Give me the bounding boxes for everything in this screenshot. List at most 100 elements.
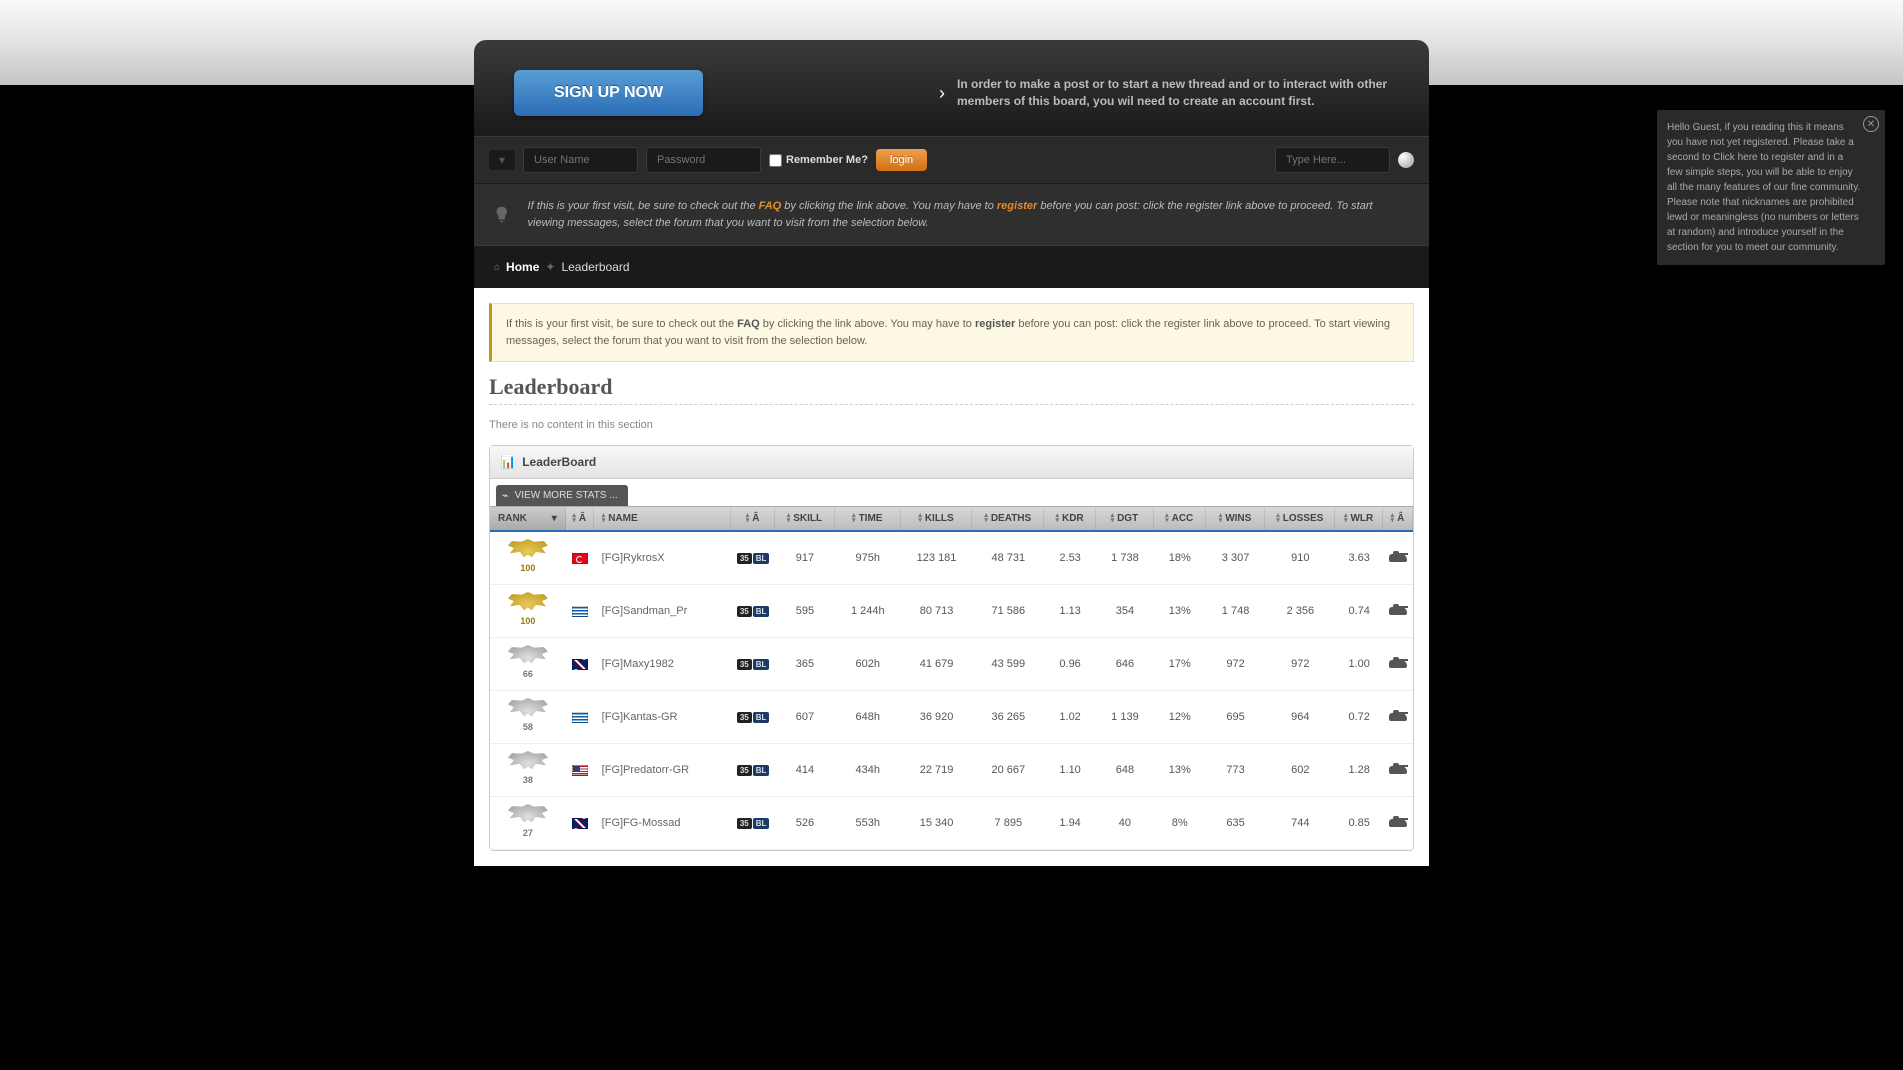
password-input[interactable]: [646, 147, 761, 173]
table-row[interactable]: 100 [FG]Sandman_Pr 35BL 595 1 244h 80 71…: [490, 585, 1413, 638]
col-time[interactable]: ▴▾TIME: [835, 507, 901, 530]
search-button[interactable]: [1398, 152, 1414, 168]
page-title: Leaderboard: [489, 374, 1414, 400]
battlelog-badge-icon[interactable]: 35BL: [737, 553, 770, 564]
sort-icon: ▴▾: [1276, 514, 1280, 522]
cell-skill: 526: [775, 813, 835, 833]
remember-checkbox[interactable]: [769, 154, 782, 167]
cell-wins: 3 307: [1206, 548, 1266, 568]
cell-dgt: 648: [1096, 760, 1154, 780]
player-name[interactable]: [FG]Kantas-GR: [594, 707, 732, 727]
battlelog-badge-icon[interactable]: 35BL: [737, 818, 770, 829]
remember-me-checkbox[interactable]: Remember Me?: [769, 154, 868, 167]
faq-link-2[interactable]: FAQ: [737, 318, 760, 330]
player-name[interactable]: [FG]Sandman_Pr: [594, 601, 732, 621]
first-visit-notice: If this is your first visit, be sure to …: [474, 184, 1429, 246]
cell-wins: 635: [1206, 813, 1266, 833]
col-wins[interactable]: ▴▾WINS: [1206, 507, 1266, 530]
sort-icon: ▾: [552, 513, 557, 524]
cell-dgt: 40: [1096, 813, 1154, 833]
cell-kdr: 1.13: [1044, 601, 1096, 621]
sort-icon: ▴▾: [918, 514, 922, 522]
view-more-stats-tab[interactable]: ⌁ VIEW MORE STATS ...: [496, 485, 628, 506]
sort-icon: ▴▾: [984, 514, 988, 522]
table-row[interactable]: 27 [FG]FG-Mossad 35BL 526 553h 15 340 7 …: [490, 797, 1413, 850]
sort-icon: ▴▾: [746, 514, 750, 522]
flag-icon: [572, 818, 588, 829]
table-row[interactable]: 58 [FG]Kantas-GR 35BL 607 648h 36 920 36…: [490, 691, 1413, 744]
col-skill[interactable]: ▴▾SKILL: [775, 507, 835, 530]
rank-badge-icon: 38: [508, 751, 548, 789]
tank-icon: [1389, 660, 1407, 668]
username-input[interactable]: [523, 147, 638, 173]
tank-icon: [1389, 607, 1407, 615]
cell-acc: 18%: [1154, 548, 1206, 568]
cell-skill: 607: [775, 707, 835, 727]
flag-icon: [572, 606, 588, 617]
search-input[interactable]: [1275, 147, 1390, 173]
cell-time: 1 244h: [835, 601, 901, 621]
cell-dgt: 354: [1096, 601, 1154, 621]
battlelog-badge-icon[interactable]: 35BL: [737, 765, 770, 776]
player-name[interactable]: [FG]RykrosX: [594, 548, 732, 568]
table-row[interactable]: 100 [FG]RykrosX 35BL 917 975h 123 181 48…: [490, 532, 1413, 585]
col-rank[interactable]: RANK▾: [490, 507, 566, 530]
signup-button[interactable]: SIGN UP NOW: [514, 70, 703, 116]
tank-icon: [1389, 766, 1407, 774]
stats-icon: 📊: [500, 454, 516, 470]
content-area: If this is your first visit, be sure to …: [474, 288, 1429, 866]
player-name[interactable]: [FG]Predatorr-GR: [594, 760, 732, 780]
register-link-2[interactable]: register: [975, 318, 1015, 330]
col-badge[interactable]: ▴▾Â: [731, 507, 775, 530]
flag-icon: [572, 712, 588, 723]
guest-popup: ✕ Hello Guest, if you reading this it me…: [1657, 110, 1885, 265]
col-name[interactable]: ▴▾NAME: [594, 507, 732, 530]
col-deaths[interactable]: ▴▾DEATHS: [972, 507, 1044, 530]
cell-time: 602h: [835, 654, 901, 674]
breadcrumb: ⌂ Home ✦ Leaderboard: [474, 246, 1429, 288]
table-row[interactable]: 66 [FG]Maxy1982 35BL 365 602h 41 679 43 …: [490, 638, 1413, 691]
col-kills[interactable]: ▴▾KILLS: [901, 507, 973, 530]
rank-badge-icon: 100: [508, 539, 548, 577]
col-kdr[interactable]: ▴▾KDR: [1044, 507, 1096, 530]
login-button[interactable]: login: [876, 149, 927, 171]
battlelog-badge-icon[interactable]: 35BL: [737, 659, 770, 670]
col-losses[interactable]: ▴▾LOSSES: [1265, 507, 1335, 530]
player-name[interactable]: [FG]FG-Mossad: [594, 813, 732, 833]
battlelog-badge-icon[interactable]: 35BL: [737, 712, 770, 723]
player-name[interactable]: [FG]Maxy1982: [594, 654, 732, 674]
breadcrumb-sep-icon: ✦: [545, 260, 555, 274]
col-flag[interactable]: ▴▾Â: [566, 507, 594, 530]
table-row[interactable]: 38 [FG]Predatorr-GR 35BL 414 434h 22 719…: [490, 744, 1413, 797]
cell-kills: 41 679: [901, 654, 973, 674]
breadcrumb-home[interactable]: Home: [506, 260, 539, 274]
sort-icon: ▴▾: [1165, 514, 1169, 522]
home-icon: ⌂: [494, 262, 500, 273]
toggle-icon[interactable]: ▾: [489, 150, 515, 170]
cell-acc: 12%: [1154, 707, 1206, 727]
header: SIGN UP NOW › In order to make a post or…: [474, 40, 1429, 136]
col-acc[interactable]: ▴▾ACC: [1154, 507, 1206, 530]
popup-text: Hello Guest, if you reading this it mean…: [1667, 122, 1860, 253]
cell-kdr: 2.53: [1044, 548, 1096, 568]
register-link[interactable]: register: [997, 200, 1037, 212]
cell-kills: 15 340: [901, 813, 973, 833]
sort-icon: ▴▾: [1391, 514, 1395, 522]
cell-wins: 972: [1206, 654, 1266, 674]
col-dgt[interactable]: ▴▾DGT: [1096, 507, 1154, 530]
cell-dgt: 1 139: [1096, 707, 1154, 727]
col-wlr[interactable]: ▴▾WLR: [1335, 507, 1383, 530]
breadcrumb-current: Leaderboard: [561, 260, 629, 274]
cell-losses: 602: [1265, 760, 1335, 780]
cell-kdr: 0.96: [1044, 654, 1096, 674]
cell-acc: 13%: [1154, 601, 1206, 621]
col-class[interactable]: ▴▾Â: [1383, 507, 1413, 530]
cell-losses: 964: [1265, 707, 1335, 727]
chevron-right-icon: ›: [939, 83, 945, 104]
close-icon[interactable]: ✕: [1863, 116, 1879, 132]
cell-acc: 13%: [1154, 760, 1206, 780]
cell-acc: 17%: [1154, 654, 1206, 674]
flag-icon: [572, 553, 588, 564]
battlelog-badge-icon[interactable]: 35BL: [737, 606, 770, 617]
faq-link[interactable]: FAQ: [759, 200, 782, 212]
